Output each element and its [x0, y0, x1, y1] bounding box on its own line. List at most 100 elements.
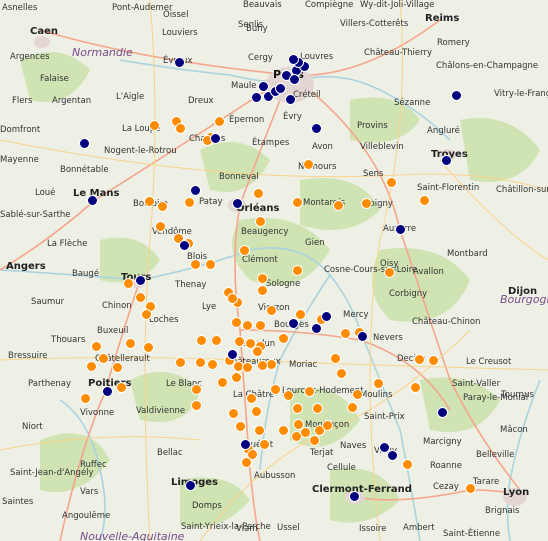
orange-marker[interactable]: [413, 353, 425, 365]
navy-marker[interactable]: [239, 438, 251, 450]
orange-marker[interactable]: [321, 419, 333, 431]
navy-marker[interactable]: [440, 154, 452, 166]
orange-marker[interactable]: [464, 482, 476, 494]
orange-marker[interactable]: [115, 381, 127, 393]
orange-marker[interactable]: [134, 291, 146, 303]
orange-marker[interactable]: [385, 176, 397, 188]
orange-marker[interactable]: [97, 352, 109, 364]
orange-marker[interactable]: [256, 359, 268, 371]
navy-marker[interactable]: [189, 184, 201, 196]
orange-marker[interactable]: [238, 244, 250, 256]
orange-marker[interactable]: [351, 388, 363, 400]
orange-marker[interactable]: [277, 424, 289, 436]
orange-marker[interactable]: [427, 354, 439, 366]
orange-marker[interactable]: [227, 407, 239, 419]
orange-marker[interactable]: [250, 405, 262, 417]
navy-marker[interactable]: [348, 490, 360, 502]
orange-marker[interactable]: [258, 438, 270, 450]
orange-marker[interactable]: [290, 430, 302, 442]
orange-marker[interactable]: [332, 199, 344, 211]
orange-marker[interactable]: [154, 220, 166, 232]
orange-marker[interactable]: [122, 277, 134, 289]
orange-marker[interactable]: [230, 371, 242, 383]
navy-marker[interactable]: [78, 137, 90, 149]
map-canvas[interactable]: Asnelles Pont-Audemer Oissel Beauvais Compiè…: [0, 0, 548, 541]
orange-marker[interactable]: [143, 195, 155, 207]
orange-marker[interactable]: [213, 115, 225, 127]
orange-marker[interactable]: [148, 119, 160, 131]
orange-marker[interactable]: [174, 122, 186, 134]
navy-marker[interactable]: [178, 239, 190, 251]
orange-marker[interactable]: [241, 361, 253, 373]
navy-marker[interactable]: [310, 122, 322, 134]
orange-marker[interactable]: [174, 356, 186, 368]
orange-marker[interactable]: [339, 327, 351, 339]
orange-marker[interactable]: [256, 284, 268, 296]
orange-marker[interactable]: [372, 377, 384, 389]
orange-marker[interactable]: [256, 272, 268, 284]
orange-marker[interactable]: [251, 345, 263, 357]
orange-marker[interactable]: [241, 319, 253, 331]
orange-marker[interactable]: [85, 360, 97, 372]
navy-marker[interactable]: [257, 80, 269, 92]
orange-marker[interactable]: [79, 392, 91, 404]
orange-marker[interactable]: [230, 316, 242, 328]
navy-marker[interactable]: [450, 89, 462, 101]
navy-marker[interactable]: [134, 274, 146, 286]
navy-marker[interactable]: [386, 449, 398, 461]
navy-marker[interactable]: [284, 93, 296, 105]
orange-marker[interactable]: [277, 332, 289, 344]
navy-marker[interactable]: [320, 310, 332, 322]
orange-marker[interactable]: [226, 292, 238, 304]
orange-marker[interactable]: [189, 258, 201, 270]
orange-marker[interactable]: [246, 448, 258, 460]
orange-marker[interactable]: [194, 356, 206, 368]
orange-marker[interactable]: [302, 158, 314, 170]
navy-marker[interactable]: [209, 132, 221, 144]
orange-marker[interactable]: [183, 196, 195, 208]
orange-marker[interactable]: [140, 308, 152, 320]
orange-marker[interactable]: [383, 266, 395, 278]
orange-marker[interactable]: [90, 340, 102, 352]
orange-marker[interactable]: [253, 424, 265, 436]
orange-marker[interactable]: [303, 385, 315, 397]
navy-marker[interactable]: [250, 91, 262, 103]
orange-marker[interactable]: [360, 197, 372, 209]
orange-marker[interactable]: [254, 319, 266, 331]
navy-marker[interactable]: [231, 197, 243, 209]
orange-marker[interactable]: [254, 215, 266, 227]
navy-marker[interactable]: [86, 194, 98, 206]
orange-marker[interactable]: [206, 358, 218, 370]
orange-marker[interactable]: [409, 381, 421, 393]
navy-marker[interactable]: [173, 56, 185, 68]
navy-marker[interactable]: [274, 82, 286, 94]
navy-marker[interactable]: [101, 385, 113, 397]
orange-marker[interactable]: [265, 304, 277, 316]
navy-marker[interactable]: [288, 73, 300, 85]
orange-marker[interactable]: [233, 335, 245, 347]
orange-marker[interactable]: [335, 367, 347, 379]
navy-marker[interactable]: [287, 317, 299, 329]
orange-marker[interactable]: [418, 194, 430, 206]
orange-marker[interactable]: [190, 383, 202, 395]
orange-marker[interactable]: [234, 420, 246, 432]
orange-marker[interactable]: [252, 187, 264, 199]
navy-marker[interactable]: [310, 322, 322, 334]
navy-marker[interactable]: [226, 348, 238, 360]
orange-marker[interactable]: [308, 434, 320, 446]
orange-marker[interactable]: [204, 258, 216, 270]
orange-marker[interactable]: [291, 264, 303, 276]
navy-marker[interactable]: [287, 53, 299, 65]
orange-marker[interactable]: [142, 341, 154, 353]
orange-marker[interactable]: [216, 376, 228, 388]
orange-marker[interactable]: [156, 200, 168, 212]
navy-marker[interactable]: [394, 223, 406, 235]
orange-marker[interactable]: [124, 337, 136, 349]
orange-marker[interactable]: [245, 392, 257, 404]
orange-marker[interactable]: [195, 334, 207, 346]
orange-marker[interactable]: [269, 383, 281, 395]
orange-marker[interactable]: [311, 402, 323, 414]
navy-marker[interactable]: [356, 330, 368, 342]
orange-marker[interactable]: [210, 334, 222, 346]
orange-marker[interactable]: [346, 401, 358, 413]
